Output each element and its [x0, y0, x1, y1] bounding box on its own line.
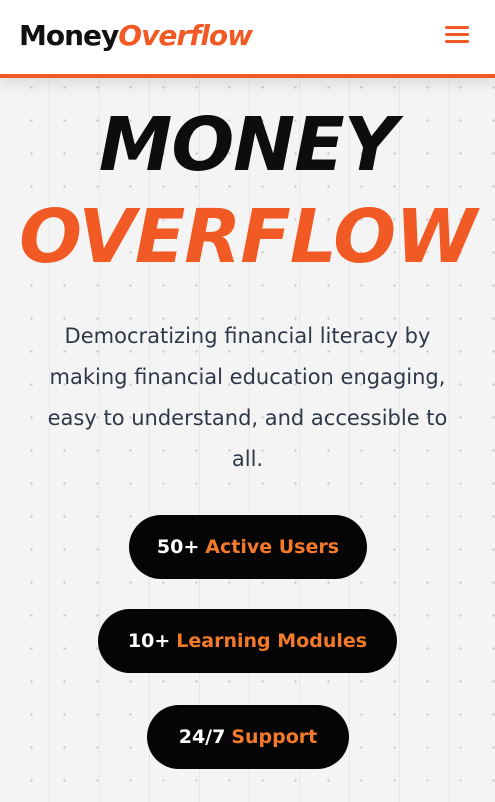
stat-learning-modules[interactable]: 10+ Learning Modules	[98, 609, 397, 673]
menu-bar-top	[445, 26, 469, 29]
stat-support[interactable]: 24/7 Support	[147, 705, 349, 769]
site-header: MoneyOverflow	[0, 0, 495, 78]
hero-title-money: MONEY	[98, 102, 398, 188]
menu-bar-bottom	[445, 40, 469, 43]
stat-label: Support	[231, 726, 318, 748]
logo-money: Money	[19, 19, 119, 52]
hero-tagline: Democratizing financial literacy by maki…	[47, 324, 448, 471]
hero-title-overflow: OVERFLOW	[19, 194, 477, 280]
stat-label: Learning Modules	[176, 630, 368, 652]
stat-number: 50+	[156, 536, 200, 558]
logo-overflow: Overflow	[118, 19, 253, 52]
hero-section: MONEY OVERFLOW Democratizing financial l…	[0, 78, 495, 802]
hamburger-menu-icon[interactable]	[445, 24, 469, 44]
stat-active-users[interactable]: 50+ Active Users	[129, 515, 367, 579]
brand-logo[interactable]: MoneyOverflow	[19, 18, 253, 54]
stat-number: 24/7	[178, 726, 226, 748]
menu-bar-middle	[445, 33, 469, 36]
stat-label: Active Users	[205, 536, 340, 558]
stat-number: 10+	[127, 630, 171, 652]
